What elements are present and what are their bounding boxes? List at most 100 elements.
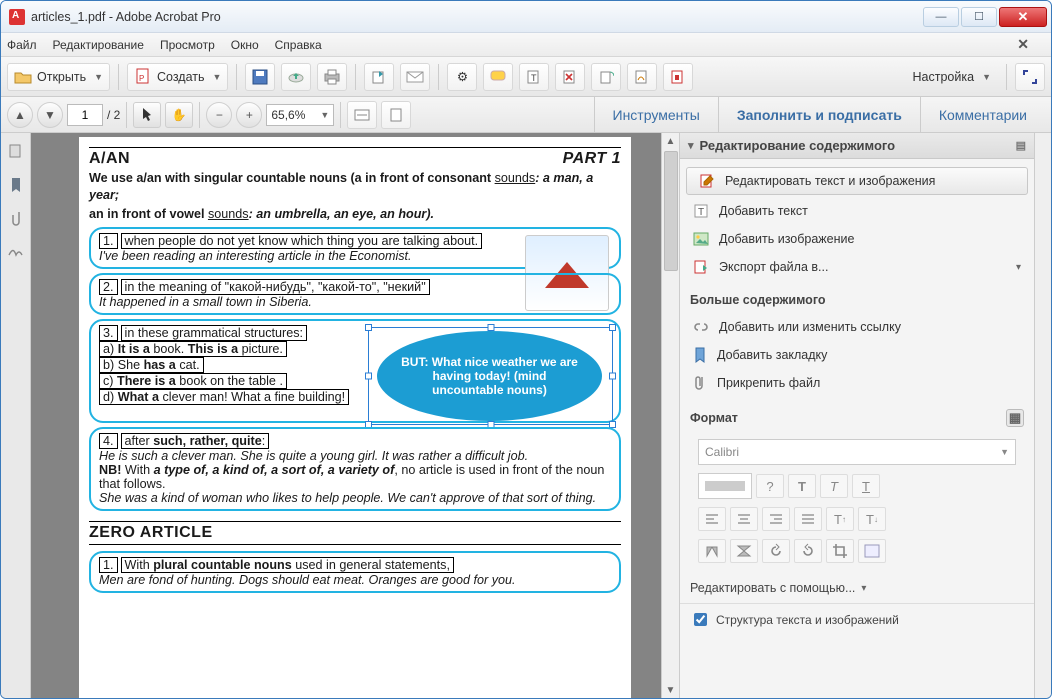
panel-header[interactable]: ▾ Редактирование содержимого ▤ (680, 133, 1034, 159)
font-family-combo[interactable]: Calibri▼ (698, 439, 1016, 465)
bold-button[interactable]: T (788, 474, 816, 498)
sign-button[interactable] (627, 63, 657, 91)
flip-h-button[interactable] (698, 539, 726, 563)
format-expand-button[interactable]: ▦ (1006, 409, 1024, 427)
save-button[interactable] (245, 63, 275, 91)
font-color-button[interactable] (698, 473, 752, 499)
menu-help[interactable]: Справка (275, 38, 322, 52)
link-icon (693, 319, 709, 335)
edit-with-button[interactable]: Редактировать с помощью... ▾ (680, 573, 1034, 603)
rotate-ccw-button[interactable] (762, 539, 790, 563)
window-title: articles_1.pdf - Adobe Acrobat Pro (31, 10, 921, 24)
menu-window[interactable]: Окно (231, 38, 259, 52)
menu-edit[interactable]: Редактирование (53, 38, 144, 52)
select-tool-button[interactable] (133, 102, 161, 128)
edit-icon (699, 173, 715, 189)
attachments-button[interactable] (6, 209, 26, 229)
main-toolbar: Открыть ▼ P Создать ▼ ⚙ T Настройка▼ (1, 57, 1051, 97)
subscript-button[interactable]: T↓ (858, 507, 886, 531)
selected-object[interactable]: BUT: What nice weather we are having tod… (368, 327, 613, 425)
italic-button[interactable]: T (820, 474, 848, 498)
left-nav-strip (1, 133, 31, 698)
thumbnails-button[interactable] (6, 141, 26, 161)
font-size-button[interactable]: ? (756, 474, 784, 498)
hand-tool-button[interactable]: ✋ (165, 102, 193, 128)
flip-v-button[interactable] (730, 539, 758, 563)
fullscreen-button[interactable] (1015, 63, 1045, 91)
signatures-button[interactable] (6, 243, 26, 263)
menu-view[interactable]: Просмотр (160, 38, 215, 52)
add-bookmark-button[interactable]: Добавить закладку (680, 341, 1034, 369)
open-button[interactable]: Открыть ▼ (7, 63, 110, 91)
callout-ellipse: BUT: What nice weather we are having tod… (377, 331, 602, 421)
doc-scrollbar-vertical[interactable]: ▲ ▼ (661, 133, 679, 698)
share-icon (371, 69, 387, 85)
zoom-out-button[interactable]: − (206, 102, 232, 128)
folder-open-icon (14, 68, 32, 86)
tools-mode-button[interactable]: Инструменты (594, 97, 718, 132)
underline-button[interactable]: T (852, 474, 880, 498)
maximize-button[interactable]: ☐ (961, 7, 997, 27)
heading-aan: A/AN (89, 150, 130, 168)
align-right-button[interactable] (762, 507, 790, 531)
rotate-button[interactable] (591, 63, 621, 91)
menu-file[interactable]: Файл (7, 38, 37, 52)
add-text-button[interactable]: T Добавить текст (680, 197, 1034, 225)
zoom-in-button[interactable]: + (236, 102, 262, 128)
comment-button[interactable] (483, 63, 513, 91)
protect-button[interactable] (663, 63, 693, 91)
sign-icon (634, 69, 650, 85)
plus-icon: + (246, 108, 253, 122)
align-left-button[interactable] (698, 507, 726, 531)
print-button[interactable] (317, 63, 347, 91)
edit-text-images-button[interactable]: Редактировать текст и изображения (686, 167, 1028, 195)
edit-text-button[interactable]: T (519, 63, 549, 91)
gear-button[interactable]: ⚙ (447, 63, 477, 91)
customize-button[interactable]: Настройка▼ (906, 63, 998, 91)
fit-width-button[interactable] (347, 101, 377, 129)
page-number-input[interactable] (67, 104, 103, 126)
panel-scrollbar[interactable] (1034, 133, 1051, 698)
close-window-button[interactable]: ✕ (999, 7, 1047, 27)
fill-sign-mode-button[interactable]: Заполнить и подписать (718, 97, 920, 132)
create-pdf-icon: P (134, 68, 152, 86)
document-viewer[interactable]: A/AN PART 1 We use a/an with singular co… (31, 133, 679, 698)
comments-mode-button[interactable]: Комментарии (920, 97, 1045, 132)
rotate-icon (598, 69, 614, 85)
bookmarks-button[interactable] (6, 175, 26, 195)
email-button[interactable] (400, 63, 430, 91)
prev-page-button[interactable]: ▲ (7, 102, 33, 128)
zoom-combo[interactable]: 65,6%▼ (266, 104, 334, 126)
structure-label: Структура текста и изображений (716, 613, 899, 627)
align-justify-button[interactable] (794, 507, 822, 531)
replace-image-button[interactable] (858, 539, 886, 563)
export-file-button[interactable]: Экспорт файла в... ▾ (680, 253, 1034, 281)
add-image-button[interactable]: Добавить изображение (680, 225, 1034, 253)
crop-button[interactable] (826, 539, 854, 563)
bubble-4: 4.after such, rather, quite: He is such … (89, 427, 621, 511)
superscript-button[interactable]: T↑ (826, 507, 854, 531)
panel-menu-icon[interactable]: ▤ (1016, 139, 1026, 152)
rotate-cw-button[interactable] (794, 539, 822, 563)
add-image-icon (693, 232, 709, 246)
attach-file-button[interactable]: Прикрепить файл (680, 369, 1034, 397)
bubble-2: 2.in the meaning of "какой-нибудь", "как… (89, 273, 621, 315)
cursor-icon (141, 107, 154, 122)
expand-icon (1022, 69, 1038, 85)
heading-part1: PART 1 (563, 150, 621, 168)
structure-checkbox[interactable] (694, 613, 707, 626)
minimize-button[interactable]: — (923, 7, 959, 27)
app-icon (9, 9, 25, 25)
next-page-button[interactable]: ▼ (37, 102, 63, 128)
cloud-button[interactable] (281, 63, 311, 91)
align-center-button[interactable] (730, 507, 758, 531)
share-button[interactable] (364, 63, 394, 91)
fit-page-button[interactable] (381, 101, 411, 129)
create-button[interactable]: P Создать ▼ (127, 63, 228, 91)
page-of-label: / 2 (107, 108, 120, 122)
chevron-down-icon: ▾ (1016, 262, 1021, 273)
close-doc-button[interactable]: ✕ (1017, 36, 1029, 53)
delete-pages-button[interactable] (555, 63, 585, 91)
shield-icon (670, 69, 686, 85)
add-link-button[interactable]: Добавить или изменить ссылку (680, 313, 1034, 341)
